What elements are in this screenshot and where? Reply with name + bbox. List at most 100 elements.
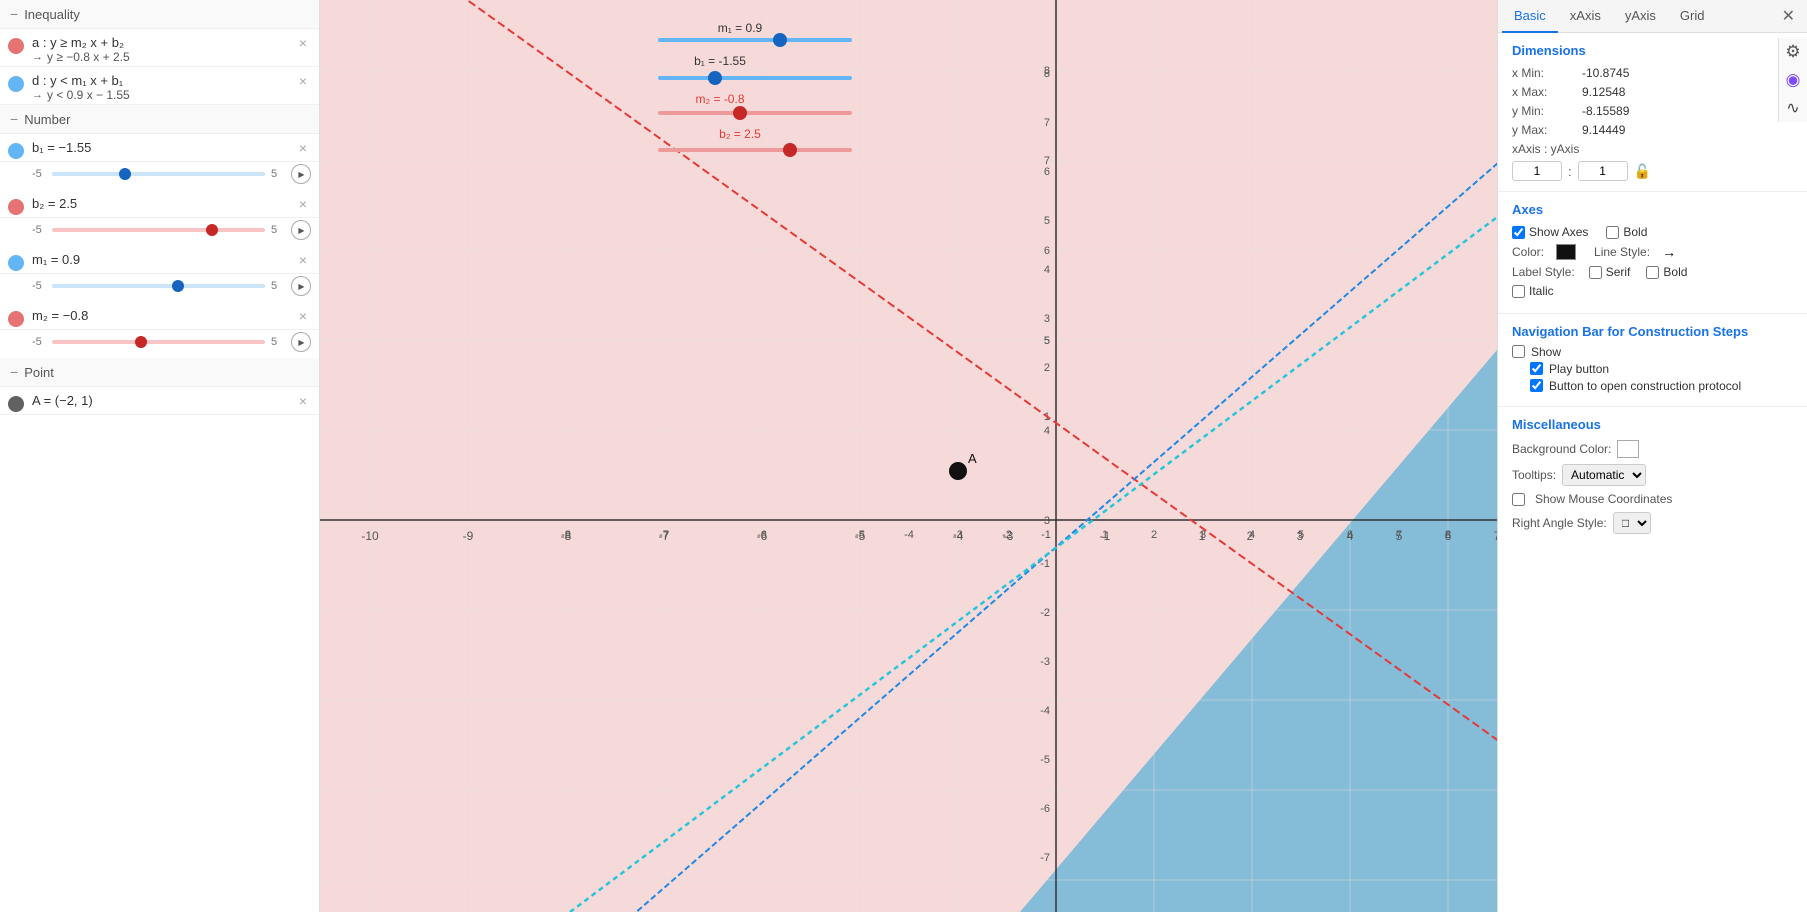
item-a-close[interactable]: × — [295, 35, 311, 51]
item-a-sub: → y ≥ −0.8 x + 2.5 — [32, 50, 295, 64]
item-d-name: d : y < m₁ x + b₁ — [32, 73, 295, 88]
svg-text:-4: -4 — [1040, 705, 1050, 717]
palette-icon-btn[interactable]: ◉ — [1779, 66, 1807, 94]
b1-play-btn[interactable] — [291, 164, 311, 184]
axes-color-swatch[interactable] — [1556, 244, 1576, 260]
bold2-checkbox[interactable] — [1646, 266, 1659, 279]
axes-section: Axes Show Axes Bold Color: Line Style: →… — [1498, 192, 1807, 314]
m2-slider-track[interactable] — [52, 340, 265, 344]
bold-text: Bold — [1623, 225, 1647, 239]
inequality-collapse-btn[interactable]: − — [10, 6, 18, 22]
b2-slider-label: b₂ = 2.5 — [719, 127, 761, 141]
show-axes-row: Show Axes Bold — [1512, 225, 1793, 239]
svg-text:-3: -3 — [953, 529, 963, 541]
bg-color-swatch[interactable] — [1617, 440, 1639, 458]
lock-icon[interactable]: 🔓 — [1634, 163, 1651, 180]
tab-yaxis[interactable]: yAxis — [1613, 0, 1668, 33]
b2-slider-track[interactable] — [52, 228, 265, 232]
item-m1-close[interactable]: × — [295, 252, 311, 268]
ratio-label-row: xAxis : yAxis — [1512, 142, 1793, 156]
graph-canvas-area[interactable]: -10 -9 -8 -7 -6 -5 -4 -3 -1 1 2 3 4 5 6 … — [320, 0, 1497, 912]
item-m1: m₁ = 0.9 × — [0, 246, 319, 274]
bold2-cb-label[interactable]: Bold — [1646, 265, 1687, 279]
tab-grid[interactable]: Grid — [1668, 0, 1717, 33]
item-b1-close[interactable]: × — [295, 140, 311, 156]
bold-axes-checkbox[interactable] — [1606, 226, 1619, 239]
italic-cb-label[interactable]: Italic — [1512, 284, 1554, 298]
show-axes-text: Show Axes — [1529, 225, 1588, 239]
item-A-name: A = (−2, 1) — [32, 393, 295, 408]
b2-slider-thumb[interactable] — [206, 224, 218, 236]
arrow-sym-a: → — [32, 51, 43, 63]
mouse-coords-checkbox[interactable] — [1512, 493, 1525, 506]
point-collapse-btn[interactable]: − — [10, 364, 18, 380]
b2-play-btn[interactable] — [291, 220, 311, 240]
show-axes-checkbox[interactable] — [1512, 226, 1525, 239]
inequality-section-header: − Inequality — [0, 0, 319, 29]
b2-graph-thumb[interactable] — [783, 143, 797, 157]
tab-basic[interactable]: Basic — [1502, 0, 1558, 33]
m1-slider-label: m₁ = 0.9 — [718, 21, 763, 35]
arrow-sym-d: → — [32, 89, 43, 101]
svg-text:2: 2 — [1044, 362, 1050, 374]
right-tabs-bar: Basic xAxis yAxis Grid ✕ — [1498, 0, 1807, 33]
color-label: Color: — [1512, 245, 1544, 259]
m1-play-btn[interactable] — [291, 276, 311, 296]
b2-max-label: 5 — [271, 224, 285, 236]
m2-slider-thumb[interactable] — [135, 336, 147, 348]
item-m2-name: m₂ = −0.8 — [32, 308, 295, 323]
ratio-input-2[interactable] — [1578, 161, 1628, 181]
svg-text:4: 4 — [1044, 264, 1050, 276]
point-section-header: − Point — [0, 358, 319, 387]
serif-checkbox[interactable] — [1589, 266, 1602, 279]
item-b2-close[interactable]: × — [295, 196, 311, 212]
point-A-label: A — [968, 451, 977, 466]
b1-graph-thumb[interactable] — [708, 71, 722, 85]
item-m2-close[interactable]: × — [295, 308, 311, 324]
b1-slider-graph-label: b₁ = -1.55 — [694, 54, 746, 68]
right-angle-select[interactable]: □ — [1613, 512, 1651, 534]
b1-slider-thumb[interactable] — [119, 168, 131, 180]
nav-show-checkbox[interactable] — [1512, 345, 1525, 358]
m2-thumb[interactable] — [733, 106, 747, 120]
svg-text:-7: -7 — [1040, 852, 1050, 864]
show-axes-cb-label[interactable]: Show Axes — [1512, 225, 1588, 239]
nav-play-checkbox[interactable] — [1530, 362, 1543, 375]
point-A-dot[interactable] — [949, 462, 967, 480]
italic-checkbox[interactable] — [1512, 285, 1525, 298]
serif-cb-label[interactable]: Serif — [1589, 265, 1631, 279]
point-title: Point — [24, 365, 54, 380]
item-A-close[interactable]: × — [295, 393, 311, 409]
nav-protocol-checkbox[interactable] — [1530, 379, 1543, 392]
svg-text:3: 3 — [1044, 313, 1050, 325]
graph-svg[interactable]: -10 -9 -8 -7 -6 -5 -4 -3 -1 1 2 3 4 5 6 … — [320, 0, 1497, 912]
tab-xaxis[interactable]: xAxis — [1558, 0, 1613, 33]
tooltips-select[interactable]: Automatic — [1562, 464, 1646, 486]
m2-max-label: 5 — [271, 336, 285, 348]
bold-cb-label[interactable]: Bold — [1606, 225, 1647, 239]
b2-min-label: -5 — [32, 224, 46, 236]
ratio-input-1[interactable] — [1512, 161, 1562, 181]
number-collapse-btn[interactable]: − — [10, 111, 18, 127]
gear-icon-btn[interactable]: ⚙ — [1779, 38, 1807, 66]
m1-slider-thumb[interactable] — [172, 280, 184, 292]
b1-min-label: -5 — [32, 168, 46, 180]
svg-text:-2: -2 — [1040, 607, 1050, 619]
item-m2-dot — [8, 311, 24, 327]
b1-slider-track[interactable] — [52, 172, 265, 176]
ymax-value: 9.14449 — [1582, 123, 1625, 137]
item-b2-dot — [8, 199, 24, 215]
svg-text:-7: -7 — [659, 529, 669, 541]
xmax-row: x Max: 9.12548 — [1512, 85, 1793, 99]
m1-slider-track[interactable] — [52, 284, 265, 288]
svg-text:-1: -1 — [1041, 529, 1051, 541]
italic-row: Italic — [1512, 284, 1793, 298]
m1-thumb[interactable] — [773, 33, 787, 47]
m2-min-label: -5 — [32, 336, 46, 348]
m2-play-btn[interactable] — [291, 332, 311, 352]
item-d-close[interactable]: × — [295, 73, 311, 89]
right-panel-close-btn[interactable]: ✕ — [1774, 2, 1803, 30]
function-icon-btn[interactable]: ∿ — [1779, 94, 1807, 122]
axes-title: Axes — [1512, 202, 1793, 217]
item-A: A = (−2, 1) × — [0, 387, 319, 415]
